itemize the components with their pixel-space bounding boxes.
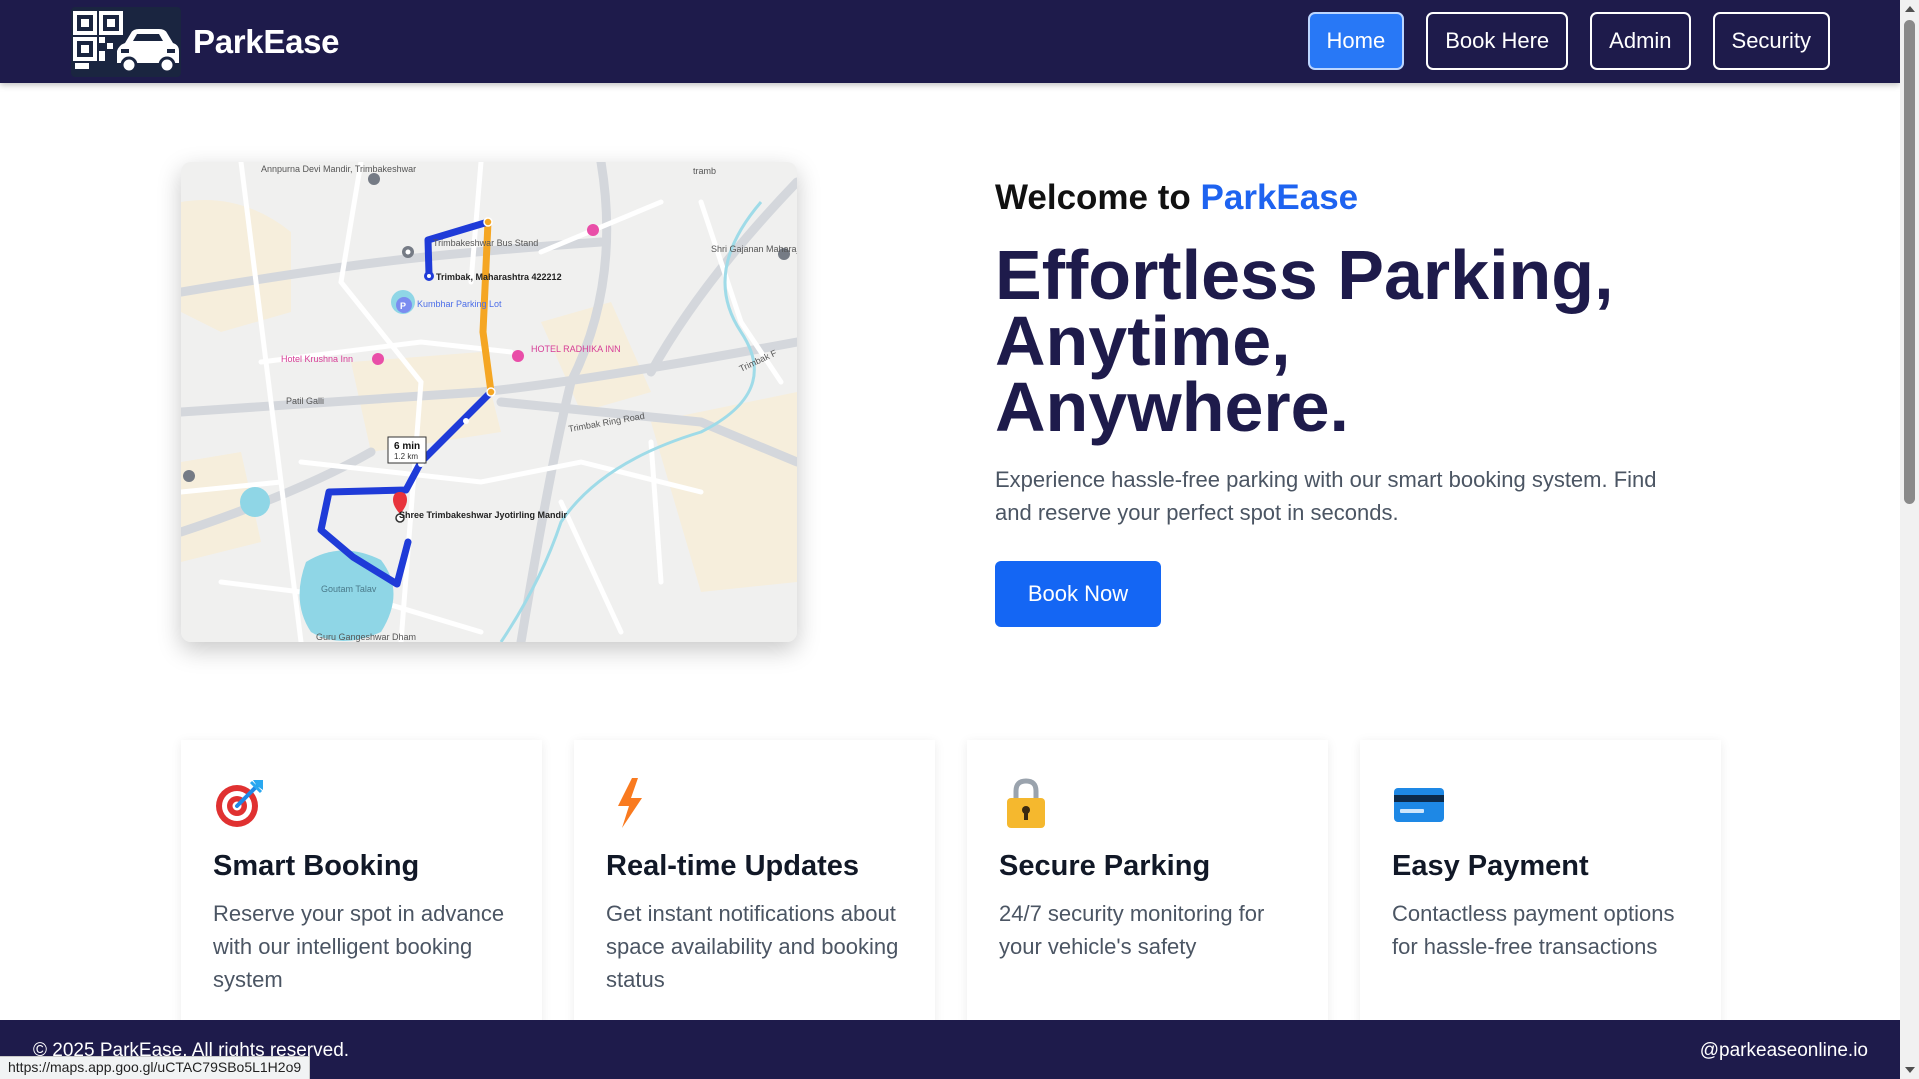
map-label-hotel-krushna: Hotel Krushna Inn: [281, 354, 353, 364]
feature-desc: Get instant notifications about space av…: [606, 901, 899, 992]
hero-text: Welcome to ParkEase Effortless Parking, …: [995, 178, 1695, 529]
feature-title: Secure Parking: [999, 850, 1211, 882]
map-label-hotel-radhika: HOTEL RADHIKA INN: [531, 344, 621, 354]
target-icon: [213, 776, 267, 830]
map-duration: 6 min: [394, 441, 420, 452]
map-distance: 1.2 km: [394, 452, 418, 461]
nav-book-here-button[interactable]: Book Here: [1426, 12, 1569, 70]
feature-title: Real-time Updates: [606, 850, 860, 882]
nav-admin-button[interactable]: Admin: [1590, 12, 1691, 70]
nav-home-button[interactable]: Home: [1307, 12, 1405, 70]
hero-headline: Effortless Parking, Anytime, Anywhere.: [995, 236, 1614, 446]
map-label-talav: Goutam Talav: [321, 584, 377, 594]
map-label-temple-top: Annpurna Devi Mandir, Trimbakeshwar: [261, 164, 416, 174]
svg-text:P: P: [400, 301, 406, 311]
footer-handle-link[interactable]: @parkeaseonline.io: [1700, 1040, 1868, 1062]
feature-card-easy-payment: Easy Payment Contactless payment options…: [1360, 740, 1721, 1040]
lock-icon: [999, 776, 1053, 830]
map-label-patil-galli: Patil Galli: [286, 396, 324, 406]
scroll-down-arrow-icon[interactable]: [1905, 1067, 1915, 1073]
brand[interactable]: ParkEase: [71, 7, 340, 77]
scroll-up-arrow-icon[interactable]: [1905, 6, 1915, 12]
welcome-heading: Welcome to ParkEase: [995, 178, 1695, 218]
nav-links: Home Book Here Admin Security: [1307, 12, 1830, 70]
map-label-parking: Kumbhar Parking Lot: [417, 299, 502, 309]
qr-car-logo-icon: [71, 7, 181, 77]
feature-card-secure-parking: Secure Parking 24/7 security monitoring …: [967, 740, 1328, 1040]
map-label-jyotirling: Shree Trimbakeshwar Jyotirling Mandir: [399, 510, 568, 520]
welcome-brand: ParkEase: [1200, 178, 1359, 217]
feature-desc: Contactless payment options for hassle-f…: [1392, 901, 1675, 959]
feature-title: Smart Booking: [213, 850, 420, 882]
top-navbar: ParkEase Home Book Here Admin Security: [0, 0, 1900, 83]
map-label-bus-stand: Trimbakeshwar Bus Stand: [433, 238, 538, 248]
map-label-shri-gajanan: Shri Gajanan Maharaj Sansthan: [711, 244, 797, 254]
credit-card-icon: [1392, 776, 1446, 830]
brand-name: ParkEase: [193, 23, 340, 60]
book-now-button[interactable]: Book Now: [995, 561, 1161, 627]
welcome-prefix: Welcome to: [995, 178, 1201, 217]
feature-card-smart-booking: Smart Booking Reserve your spot in advan…: [181, 740, 542, 1040]
map-label-tramb: tramb: [693, 166, 716, 176]
feature-desc: 24/7 security monitoring for your vehicl…: [999, 901, 1265, 959]
feature-desc: Reserve your spot in advance with our in…: [213, 901, 505, 992]
feature-card-realtime-updates: Real-time Updates Get instant notificati…: [574, 740, 935, 1040]
route-map-image[interactable]: P Annpurna Devi Mandir, Trimbakeshwar tr…: [181, 162, 797, 642]
feature-title: Easy Payment: [1392, 850, 1589, 882]
lightning-icon: [606, 776, 660, 830]
features-section: Smart Booking Reserve your spot in advan…: [181, 740, 1721, 1040]
map-label-gurukul: Guru Gangeshwar Dham: [316, 632, 416, 642]
hero-subtext: Experience hassle-free parking with our …: [995, 467, 1657, 525]
status-bar-url: https://maps.app.goo.gl/uCTAC79SBo5L1H2o…: [0, 1056, 311, 1079]
map-label-destination: Trimbak, Maharashtra 422212: [436, 272, 562, 282]
nav-security-button[interactable]: Security: [1712, 12, 1830, 70]
scroll-thumb[interactable]: [1904, 20, 1915, 504]
vertical-scrollbar[interactable]: [1900, 0, 1919, 1079]
